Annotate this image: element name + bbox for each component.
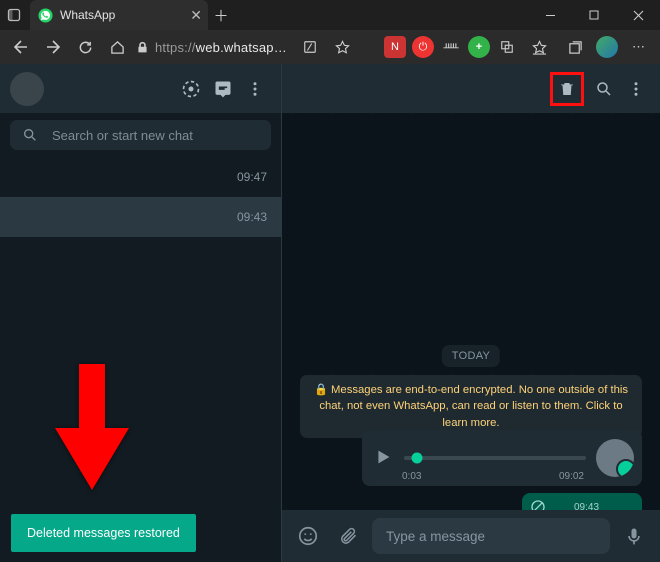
chat-time: 09:43	[237, 210, 267, 224]
tab-close-icon[interactable]: ✕	[190, 8, 202, 22]
nav-refresh-icon[interactable]	[70, 32, 100, 62]
conversation-panel: TODAY 🔒Messages are end-to-end encrypted…	[282, 64, 660, 562]
delete-icon[interactable]	[558, 80, 576, 98]
nav-back-icon[interactable]	[6, 32, 36, 62]
reader-mode-icon[interactable]	[295, 32, 325, 62]
attach-icon[interactable]	[332, 520, 364, 552]
search-icon	[22, 127, 38, 143]
day-divider: TODAY	[442, 345, 500, 367]
collections-icon[interactable]	[560, 32, 590, 62]
toast-text: Deleted messages restored	[27, 526, 180, 540]
play-icon[interactable]	[372, 446, 394, 471]
favorite-icon[interactable]	[327, 32, 357, 62]
sent-message[interactable]: 09:43	[522, 493, 642, 510]
chat-list-item[interactable]: 09:43	[0, 197, 281, 237]
nav-forward-icon[interactable]	[38, 32, 68, 62]
audio-track[interactable]	[404, 456, 586, 460]
search-placeholder: Search or start new chat	[52, 128, 193, 143]
extensions-row: N ⏻ ᚊ + ⋯	[384, 32, 654, 62]
audio-times: 0:03 09:02	[402, 471, 584, 482]
extension-icon[interactable]: +	[468, 36, 490, 58]
window-minimize-icon[interactable]	[528, 0, 572, 30]
window-controls	[528, 0, 660, 30]
window-close-icon[interactable]	[616, 0, 660, 30]
audio-timestamp: 09:02	[559, 471, 584, 482]
extension-icon[interactable]: N	[384, 36, 406, 58]
search-in-chat-icon[interactable]	[588, 73, 620, 105]
url-text: https://web.whatsap…	[155, 40, 293, 55]
browser-menu-icon[interactable]: ⋯	[624, 32, 654, 62]
lock-icon: 🔒	[314, 384, 328, 396]
sender-avatar	[596, 439, 634, 477]
extension-icon[interactable]	[496, 36, 518, 58]
composer: Type a message	[282, 510, 660, 562]
toast-deleted-restored: Deleted messages restored	[11, 514, 196, 552]
nav-home-icon[interactable]	[102, 32, 132, 62]
browser-tab[interactable]: WhatsApp ✕	[30, 0, 208, 30]
lock-icon	[136, 41, 149, 54]
self-avatar[interactable]	[10, 72, 44, 106]
tab-actions-icon[interactable]	[4, 0, 24, 30]
window-maximize-icon[interactable]	[572, 0, 616, 30]
search-wrap: Search or start new chat	[0, 113, 281, 157]
sidebar: Search or start new chat 09:47 09:43	[0, 64, 282, 562]
favorites-bar-icon[interactable]	[524, 32, 554, 62]
profile-avatar-icon[interactable]	[596, 36, 618, 58]
mic-icon[interactable]	[618, 520, 650, 552]
browser-toolbar: https://web.whatsap… N ⏻ ᚊ + ⋯	[0, 30, 660, 64]
extension-icon[interactable]: ⏻	[412, 36, 434, 58]
new-chat-icon[interactable]	[207, 73, 239, 105]
audio-elapsed: 0:03	[402, 471, 421, 482]
address-bar[interactable]: https://web.whatsap…	[136, 33, 293, 61]
annotation-highlight-box	[550, 72, 584, 106]
messages-area[interactable]: TODAY 🔒Messages are end-to-end encrypted…	[282, 113, 660, 510]
browser-titlebar: WhatsApp ✕ ＋	[0, 0, 660, 30]
message-placeholder: Type a message	[386, 529, 485, 544]
extension-icon[interactable]: ᚊ	[440, 36, 462, 58]
search-input[interactable]: Search or start new chat	[10, 120, 271, 150]
status-icon[interactable]	[175, 73, 207, 105]
chat-time: 09:47	[237, 170, 267, 184]
audio-message[interactable]: 0:03 09:02	[362, 430, 642, 486]
conversation-menu-icon[interactable]	[620, 73, 652, 105]
message-input[interactable]: Type a message	[372, 518, 610, 554]
tab-title: WhatsApp	[60, 8, 183, 22]
encryption-notice[interactable]: 🔒Messages are end-to-end encrypted. No o…	[300, 375, 642, 438]
message-time: 09:43	[574, 502, 599, 511]
blocked-icon	[530, 499, 546, 510]
chat-list-item[interactable]: 09:47	[0, 157, 281, 197]
sidebar-menu-icon[interactable]	[239, 73, 271, 105]
annotation-arrow-icon	[52, 364, 132, 494]
sidebar-header	[0, 64, 281, 113]
new-tab-button[interactable]: ＋	[208, 5, 234, 26]
whatsapp-favicon-icon	[38, 8, 53, 23]
audio-playhead[interactable]	[411, 453, 422, 464]
emoji-icon[interactable]	[292, 520, 324, 552]
conversation-header	[282, 64, 660, 113]
encryption-text: Messages are end-to-end encrypted. No on…	[319, 384, 628, 429]
